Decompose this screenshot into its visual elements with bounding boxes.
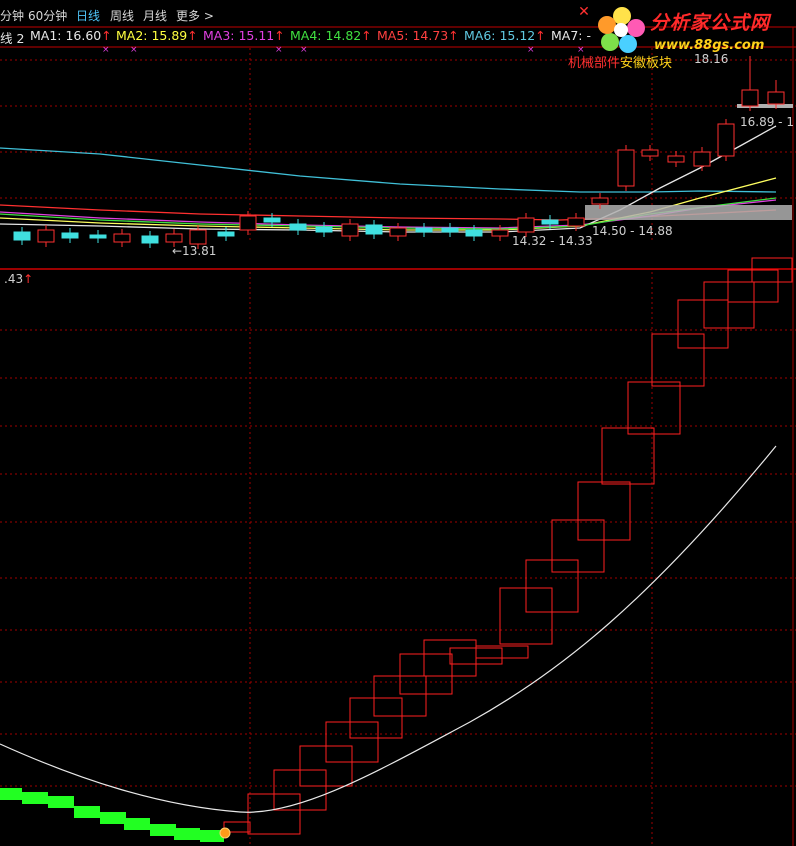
candle-body <box>567 217 585 227</box>
price-band <box>585 205 792 220</box>
candle-body <box>591 197 609 205</box>
candle-body <box>641 149 659 157</box>
candle-body <box>667 155 685 163</box>
green-step-bar <box>150 824 176 836</box>
label-high-price: 18.16 <box>694 52 729 66</box>
trend-curve <box>0 445 777 813</box>
sector-industry[interactable]: 机械部件 <box>568 56 620 71</box>
candle-body <box>165 233 183 243</box>
logo-url: www.88gs.com <box>654 38 765 53</box>
label-low-price: ←13.81 <box>172 244 217 258</box>
candle-body <box>717 123 735 157</box>
label-high-range: 16.89 - 1 <box>740 115 794 129</box>
candle-body <box>37 229 55 243</box>
label-sub-scale: .43↑ <box>4 272 34 286</box>
ma-line <box>0 147 777 193</box>
label-range-b: 14.50 - 14.88 <box>592 224 673 238</box>
candle-body <box>61 232 79 239</box>
sector-region[interactable]: 安徽板块 <box>620 56 672 71</box>
brick-box <box>703 281 755 329</box>
brick-box <box>677 299 729 349</box>
candle-body <box>315 226 333 233</box>
candle-body <box>415 227 433 233</box>
label-range-a: 14.32 - 14.33 <box>512 234 593 248</box>
signal-marker: × <box>275 45 283 55</box>
candle-body <box>491 229 509 237</box>
candle-body <box>741 89 759 107</box>
kline-chart[interactable]: × × × × × × <box>0 0 796 846</box>
ma-line <box>0 177 777 231</box>
brick-box <box>727 269 779 303</box>
logo-title: 分析家公式网 <box>650 12 771 34</box>
candle-body <box>141 235 159 244</box>
signal-marker: × <box>102 45 110 55</box>
candle-body <box>693 151 711 167</box>
sector-tags: 机械部件安徽板块 <box>568 52 672 71</box>
flower-logo-icon <box>598 7 645 53</box>
candle-body <box>767 91 785 105</box>
green-step-bar <box>22 792 48 804</box>
candle-body <box>263 217 281 223</box>
candle-body <box>541 219 559 225</box>
candle-body <box>517 217 535 233</box>
candle-body <box>441 227 459 233</box>
candle-body <box>239 215 257 231</box>
candle-body <box>289 223 307 231</box>
signal-marker: × <box>300 45 308 55</box>
brick-box <box>349 697 403 739</box>
brick-box <box>601 427 655 485</box>
green-step-bar <box>48 796 74 808</box>
candle-body <box>341 223 359 237</box>
signal-marker: × <box>527 45 535 55</box>
candle-body <box>189 229 207 245</box>
candle-body <box>113 233 131 243</box>
green-step-bar <box>100 812 126 824</box>
green-step-bar <box>124 818 150 830</box>
green-step-bar <box>174 828 200 840</box>
candle-body <box>13 231 31 241</box>
signal-dot-icon <box>219 827 231 839</box>
candle-body <box>217 231 235 237</box>
candle-body <box>89 234 107 239</box>
candle-body <box>389 227 407 237</box>
candle-body <box>617 149 635 187</box>
candle-body <box>465 229 483 237</box>
candle-body <box>365 224 383 235</box>
green-step-bar <box>74 806 100 818</box>
green-step-bar <box>0 788 22 800</box>
signal-marker: × <box>130 45 138 55</box>
